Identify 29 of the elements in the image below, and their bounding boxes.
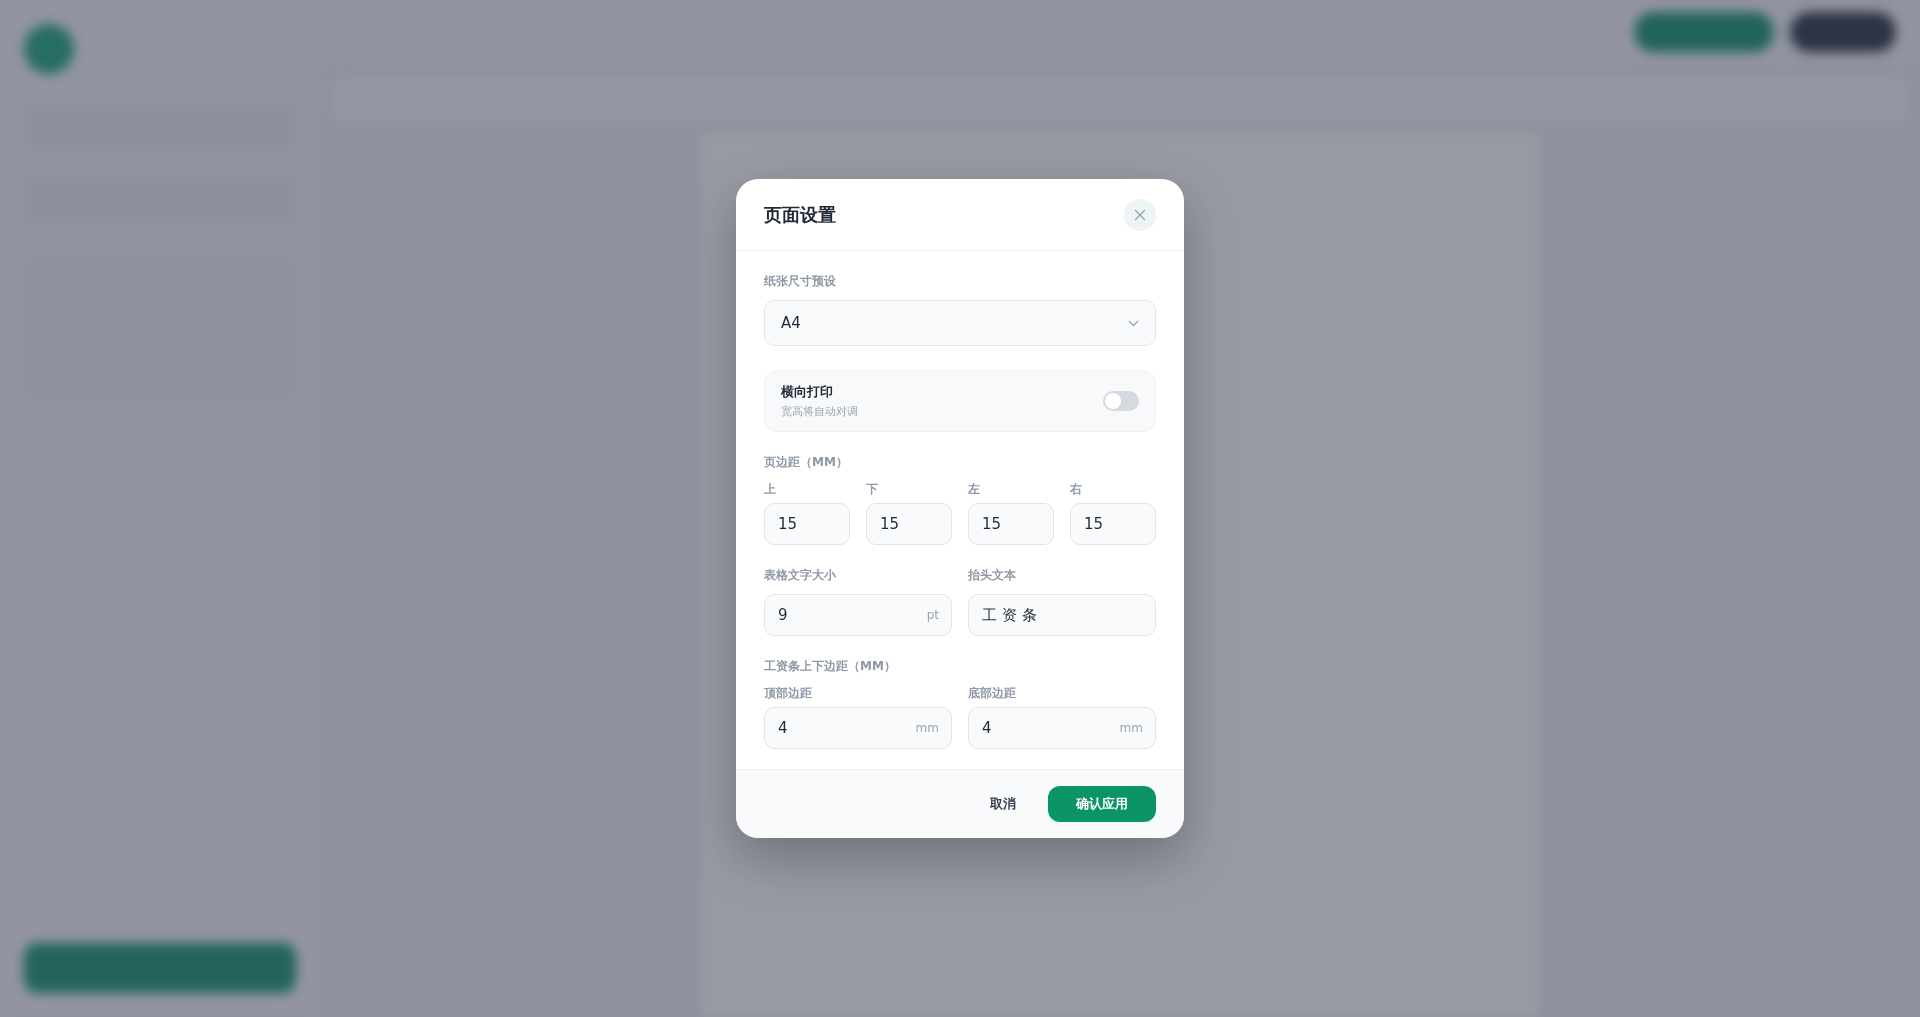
- setting-label: 横向打印: [781, 383, 834, 401]
- margin-input[interactable]: 15: [866, 503, 952, 545]
- margin-input[interactable]: 15: [1070, 503, 1156, 545]
- field-label: 下: [866, 481, 879, 498]
- unit-label: mm: [915, 721, 939, 735]
- field-label: 纸张尺寸预设: [764, 273, 837, 290]
- field-label: 右: [1070, 481, 1083, 498]
- setting-hint: 宽高将自动对调: [781, 404, 858, 419]
- chevron-down-icon: [1128, 319, 1139, 327]
- toggle-switch[interactable]: [1103, 391, 1139, 411]
- close-button[interactable]: [1124, 198, 1156, 231]
- dialog-title: 页面设置: [764, 202, 836, 227]
- field-label: 左: [968, 481, 981, 498]
- unit-label: mm: [1119, 721, 1143, 735]
- field-label: 上: [764, 481, 777, 498]
- section-label: 页边距（MM）: [764, 454, 849, 471]
- paper-size-dropdown[interactable]: A4: [764, 300, 1156, 346]
- unit-label: pt: [926, 608, 939, 622]
- confirm-button[interactable]: 确认应用: [1048, 786, 1156, 822]
- cancel-button[interactable]: 取消: [980, 787, 1026, 821]
- margin-input[interactable]: 15: [764, 503, 850, 545]
- header-text-input[interactable]: 工 资 条: [968, 594, 1156, 636]
- field-label: 表格文字大小: [764, 567, 837, 584]
- field-label: 底部边距: [968, 685, 1017, 702]
- close-icon: [1134, 208, 1146, 221]
- section-label: 工资条上下边距（MM）: [764, 658, 897, 675]
- field-label: 顶部边距: [764, 685, 813, 702]
- margin-input[interactable]: 15: [968, 503, 1054, 545]
- field-label: 抬头文本: [968, 567, 1017, 584]
